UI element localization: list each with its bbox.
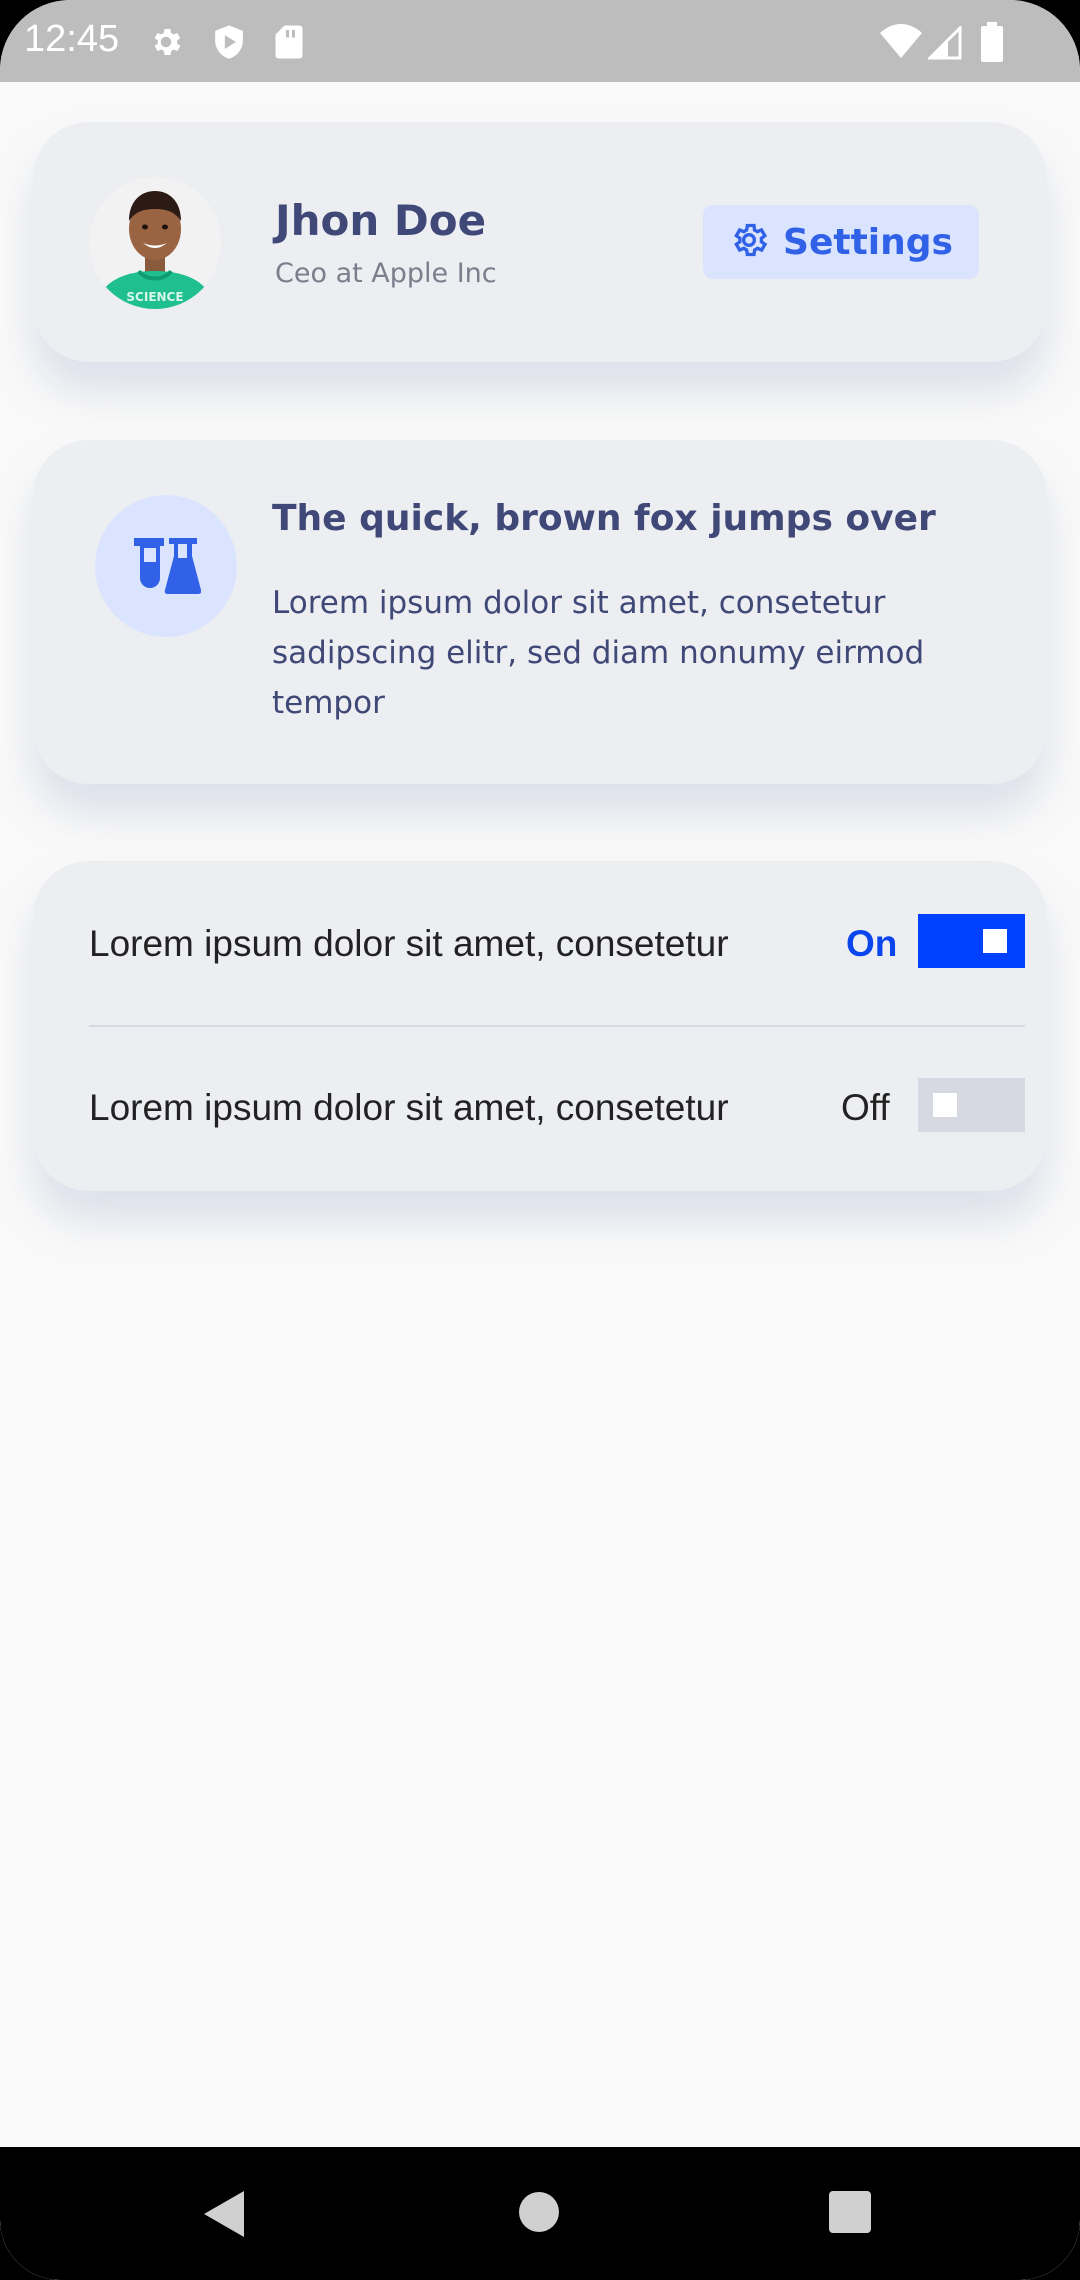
info-body: Lorem ipsum dolor sit amet, consetetur s… [272, 585, 925, 721]
navigation-bar [0, 2147, 1080, 2280]
switch-knob [933, 1093, 957, 1117]
shield-icon [212, 24, 246, 64]
toggle-state-label: Off [841, 1087, 890, 1128]
back-icon[interactable] [204, 2191, 246, 2241]
gear-icon [148, 24, 184, 64]
battery-icon [980, 22, 1004, 66]
settings-button[interactable]: Settings [703, 205, 979, 279]
toggle-switch-on[interactable] [918, 914, 1025, 968]
settings-label: Settings [783, 221, 953, 263]
status-time: 12:45 [24, 18, 120, 60]
switch-knob [983, 929, 1007, 953]
sd-card-icon [274, 24, 304, 64]
app-screen: 12:45 SCIENCE Jhon Doe Ceo at Apple Inc … [0, 0, 1080, 2280]
info-title: The quick, brown fox jumps over [272, 498, 936, 539]
toggle-state-label: On [846, 923, 898, 964]
avatar[interactable]: SCIENCE [89, 177, 221, 309]
profile-role: Ceo at Apple Inc [275, 258, 497, 289]
divider [89, 1025, 1025, 1027]
toggle-card: Lorem ipsum dolor sit amet, consetetur O… [33, 861, 1047, 1191]
profile-name: Jhon Doe [275, 196, 487, 245]
gear-icon [729, 220, 769, 264]
profile-card: SCIENCE Jhon Doe Ceo at Apple Inc Settin… [33, 122, 1047, 362]
info-card: The quick, brown fox jumps over Lorem ip… [33, 440, 1047, 784]
toggle-label: Lorem ipsum dolor sit amet, consetetur [89, 1087, 729, 1128]
home-icon[interactable] [518, 2191, 560, 2237]
flask-icon-container [95, 495, 237, 637]
toggle-row: Lorem ipsum dolor sit amet, consetetur O… [89, 887, 1025, 997]
recents-icon[interactable] [828, 2191, 872, 2237]
wifi-icon [880, 24, 922, 62]
toggle-label: Lorem ipsum dolor sit amet, consetetur [89, 923, 729, 964]
toggle-switch-off[interactable] [918, 1078, 1025, 1132]
toggle-row: Lorem ipsum dolor sit amet, consetetur O… [89, 1051, 1025, 1161]
signal-icon [926, 24, 962, 64]
status-bar: 12:45 [0, 0, 1080, 82]
flask-icon [131, 534, 202, 598]
svg-text:SCIENCE: SCIENCE [126, 290, 183, 304]
